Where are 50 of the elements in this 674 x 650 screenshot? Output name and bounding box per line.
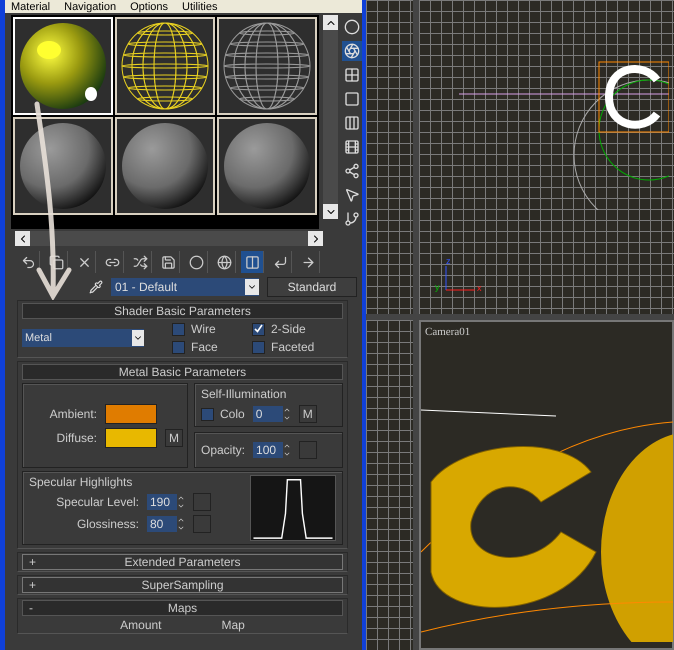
menu-item[interactable]: Options	[130, 0, 168, 12]
camera-viewport[interactable]: Camera01	[419, 320, 674, 650]
axis-label: z	[446, 256, 450, 266]
horizontal-scrollbar[interactable]	[15, 231, 323, 246]
self-illumination-spinner[interactable]: 0	[252, 406, 283, 422]
sample-type-icon[interactable]	[342, 41, 362, 61]
rollout-header[interactable]: Shader Basic Parameters	[22, 303, 343, 319]
map-button[interactable]: M	[298, 405, 317, 423]
group-title: Specular Highlights	[29, 475, 134, 489]
eyedropper-icon[interactable]	[89, 280, 103, 294]
value-spinner[interactable]: 190	[147, 494, 177, 510]
rollout-header[interactable]: Metal Basic Parameters	[22, 364, 343, 380]
vertical-scrollbar[interactable]	[323, 15, 338, 219]
option-checkbox[interactable]: Faceted	[252, 340, 332, 354]
option-checkbox[interactable]: Wire	[172, 322, 252, 336]
sample-slot[interactable]	[217, 117, 317, 215]
sample-slot[interactable]	[115, 117, 215, 215]
map-button[interactable]: M	[165, 428, 183, 446]
axis-label: x	[477, 283, 482, 293]
sample-slot[interactable]	[13, 117, 113, 215]
rollout-header[interactable]: + SuperSampling	[22, 577, 343, 593]
opacity-label: Opacity:	[201, 443, 246, 457]
menu-item[interactable]: Material	[11, 0, 50, 12]
axis-tripod-icon	[445, 266, 475, 291]
opacity-spinner[interactable]: 100	[253, 442, 284, 458]
column-heading: Map	[222, 619, 245, 632]
color-label: Diffuse:	[56, 430, 97, 444]
option-checkbox[interactable]: 2-Side	[252, 322, 332, 336]
sample-slot[interactable]	[217, 17, 317, 115]
material-name-field[interactable]: 01 - Default	[111, 278, 259, 296]
menu-item[interactable]: Utilities	[182, 0, 218, 12]
field-label: Glossiness:	[76, 517, 139, 531]
sample-slot[interactable]	[115, 17, 215, 115]
option-checkbox[interactable]: Face	[172, 340, 252, 354]
color-swatch[interactable]	[105, 428, 157, 448]
menu-item[interactable]: Navigation	[64, 0, 116, 12]
value-spinner[interactable]: 80	[147, 516, 177, 532]
column-heading: Amount	[120, 619, 162, 632]
rollout-header[interactable]: - Maps	[22, 600, 343, 616]
color-swatch[interactable]	[105, 404, 157, 424]
checkmark-icon	[254, 324, 263, 332]
color-label: Ambient:	[48, 406, 97, 420]
field-label: Specular Level:	[55, 495, 139, 509]
columns-icon[interactable]	[241, 251, 264, 273]
color-checkbox[interactable]: Colo	[201, 407, 245, 421]
material-type-button[interactable]: Standard	[267, 277, 357, 297]
viewport-label: Camera01	[425, 326, 470, 338]
shader-dropdown[interactable]: Metal	[22, 329, 144, 347]
rollout-header[interactable]: + Extended Parameters	[22, 554, 343, 570]
group-title: Self-Illumination	[201, 387, 288, 401]
